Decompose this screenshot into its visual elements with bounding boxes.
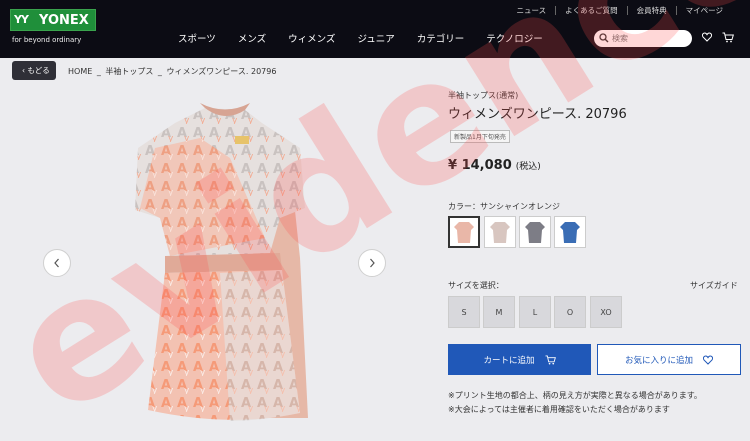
search-box bbox=[594, 30, 692, 47]
product-name: ウィメンズワンピース. 20796 bbox=[448, 107, 627, 122]
add-to-favorites-button[interactable]: お気に入りに追加 bbox=[597, 344, 741, 375]
utility-nav: ニュース よくあるご質問 会員特典 マイページ bbox=[508, 6, 732, 15]
yonex-logo[interactable]: YY YONEX for beyond ordinary bbox=[10, 9, 96, 47]
search-input[interactable] bbox=[612, 31, 688, 46]
size-guide-link[interactable]: サイズガイド bbox=[690, 280, 738, 291]
logo-text: YONEX bbox=[39, 13, 89, 28]
logo-box: YY YONEX bbox=[10, 9, 96, 31]
main-nav: スポーツ メンズ ウィメンズ ジュニア カテゴリー テクノロジー bbox=[178, 31, 565, 45]
add-to-cart-label: カートに追加 bbox=[483, 355, 535, 366]
swatch-dress-image bbox=[560, 222, 580, 243]
breadcrumb-sep: _ bbox=[157, 67, 162, 76]
chevron-left-icon bbox=[54, 258, 59, 268]
color-swatch-2[interactable] bbox=[484, 216, 516, 248]
logo-tagline: for beyond ordinary bbox=[12, 36, 82, 44]
swatch-dress-image bbox=[525, 222, 545, 243]
product-price: ¥ 14,080 (税込) bbox=[448, 158, 541, 173]
nav-junior[interactable]: ジュニア bbox=[357, 31, 394, 45]
heart-icon[interactable] bbox=[702, 32, 712, 42]
breadcrumb-category[interactable]: 半袖トップス bbox=[105, 67, 153, 76]
size-option-xo[interactable]: XO bbox=[590, 296, 622, 328]
nav-category[interactable]: カテゴリー bbox=[417, 31, 465, 45]
size-option-s[interactable]: S bbox=[448, 296, 480, 328]
logo-mark-icon: YY bbox=[14, 13, 29, 26]
util-link-member[interactable]: 会員特典 bbox=[626, 6, 676, 15]
product-gallery: A y A y bbox=[0, 88, 410, 441]
chevron-right-icon bbox=[370, 258, 375, 268]
add-to-favorites-label: お気に入りに追加 bbox=[624, 355, 693, 366]
search-icon bbox=[599, 33, 609, 43]
cart-icon bbox=[545, 354, 556, 364]
product-category: 半袖トップス(通常) bbox=[448, 91, 519, 100]
nav-mens[interactable]: メンズ bbox=[238, 31, 266, 45]
next-image-button[interactable] bbox=[358, 249, 386, 277]
util-link-news[interactable]: ニュース bbox=[508, 6, 556, 15]
site-header: YY YONEX for beyond ordinary ニュース よくあるご質… bbox=[0, 0, 750, 58]
size-option-o[interactable]: O bbox=[554, 296, 586, 328]
release-badge: 新製品1月下旬発売 bbox=[450, 130, 510, 143]
util-link-faq[interactable]: よくあるご質問 bbox=[555, 6, 627, 15]
cart-icon[interactable] bbox=[722, 32, 734, 43]
nav-womens[interactable]: ウィメンズ bbox=[288, 31, 335, 45]
size-label: サイズを選択： bbox=[448, 281, 504, 290]
size-option-m[interactable]: M bbox=[483, 296, 515, 328]
swatch-dress-image bbox=[490, 222, 510, 243]
note-tournament: ※大会によっては主催者に着用確認をいただく場合があります bbox=[448, 405, 670, 414]
size-option-l[interactable]: L bbox=[519, 296, 551, 328]
heart-icon bbox=[703, 355, 713, 365]
breadcrumb-sep: _ bbox=[96, 67, 101, 76]
nav-sports[interactable]: スポーツ bbox=[178, 31, 216, 45]
util-link-mypage[interactable]: マイページ bbox=[675, 6, 732, 15]
price-tax-label: (税込) bbox=[515, 162, 541, 172]
color-swatch-sunshine-orange[interactable] bbox=[448, 216, 480, 248]
swatch-dress-image bbox=[454, 222, 474, 243]
back-label: もどる bbox=[27, 66, 50, 75]
breadcrumb-current: ウィメンズワンピース. 20796 bbox=[166, 67, 277, 76]
price-value: ¥ 14,080 bbox=[448, 158, 512, 173]
breadcrumb: HOME _ 半袖トップス _ ウィメンズワンピース. 20796 bbox=[68, 66, 278, 77]
add-to-cart-button[interactable]: カートに追加 bbox=[448, 344, 591, 375]
note-print: ※プリント生地の都合上、柄の見え方が実際と異なる場合があります。 bbox=[448, 391, 702, 400]
color-swatch-4[interactable] bbox=[554, 216, 586, 248]
color-label: カラー：サンシャインオレンジ bbox=[448, 202, 560, 211]
color-swatch-3[interactable] bbox=[519, 216, 551, 248]
nav-technology[interactable]: テクノロジー bbox=[486, 31, 542, 45]
breadcrumb-home[interactable]: HOME bbox=[68, 67, 92, 76]
back-button[interactable]: ‹ もどる bbox=[12, 61, 56, 80]
prev-image-button[interactable] bbox=[43, 249, 71, 277]
